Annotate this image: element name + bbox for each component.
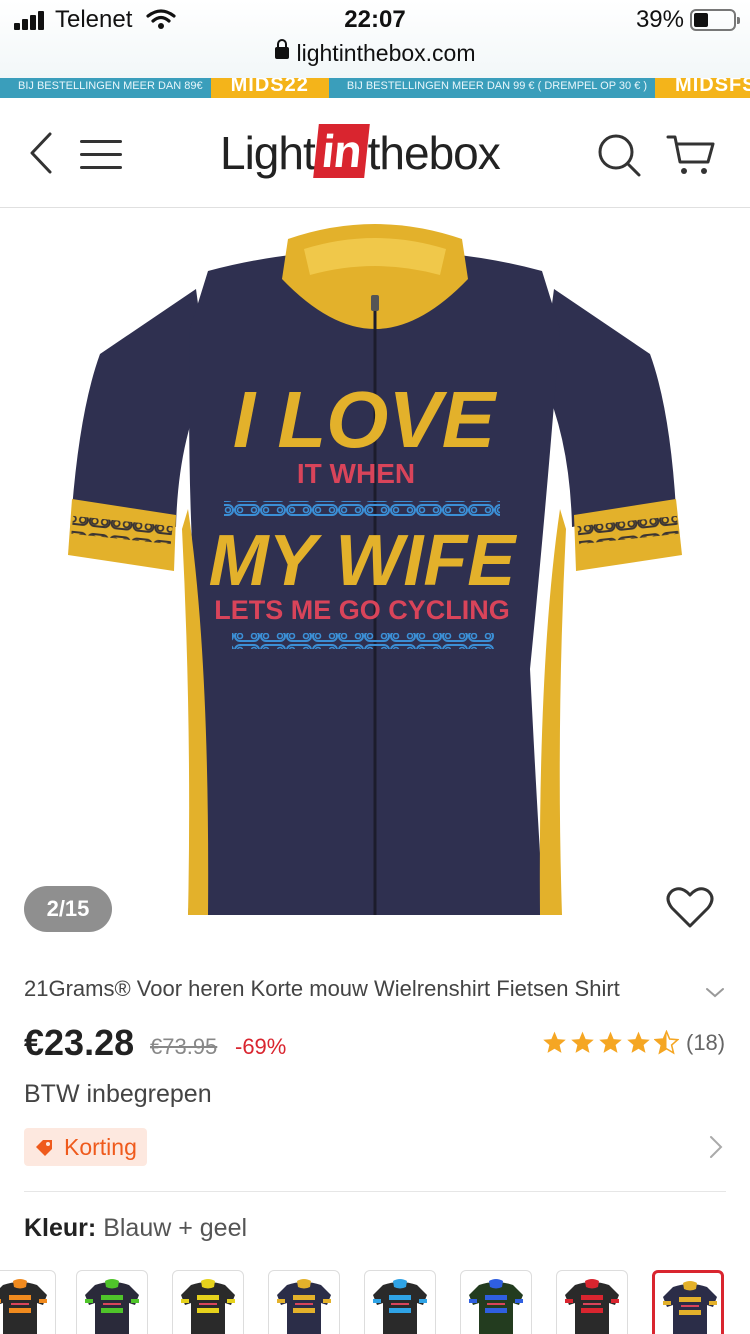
heart-icon[interactable] <box>666 886 714 930</box>
product-image[interactable]: I LOVE IT WHEN MY WIFE LETS ME GO CYCLIN… <box>0 209 750 955</box>
half-star-icon <box>654 1030 679 1055</box>
jersey-thumbnail-icon <box>0 1279 47 1334</box>
current-price: €23.28 <box>24 1022 135 1063</box>
battery-icon <box>690 9 740 31</box>
tag-icon <box>36 1140 52 1156</box>
jersey-thumbnail-icon <box>181 1279 235 1334</box>
promo-code-1: MIDS22 <box>210 78 329 98</box>
original-price: €73.95 <box>150 1034 218 1059</box>
color-swatch[interactable] <box>172 1270 244 1334</box>
back-arrow-icon[interactable] <box>22 128 62 178</box>
star-icon <box>543 1031 566 1053</box>
color-swatch[interactable] <box>0 1270 56 1334</box>
korting-badge[interactable]: Korting <box>24 1128 147 1166</box>
color-swatch[interactable] <box>76 1270 148 1334</box>
jersey-thumbnail-icon <box>277 1279 331 1334</box>
promo-code-2: MIDSFS <box>655 78 750 98</box>
print-line-2: IT WHEN <box>297 458 415 489</box>
product-title: 21Grams® Voor heren Korte mouw Wielrensh… <box>24 976 620 1001</box>
hamburger-menu-icon[interactable] <box>80 136 124 170</box>
color-label: Kleur: <box>24 1214 97 1242</box>
lock-icon <box>274 38 289 59</box>
image-counter-badge: 2/15 <box>24 886 112 932</box>
jersey-thumbnail-icon <box>663 1281 717 1334</box>
address-bar[interactable]: lightinthebox.com <box>0 38 750 67</box>
jersey-thumbnail-icon <box>373 1279 427 1334</box>
color-swatch-list <box>0 1268 750 1334</box>
search-icon[interactable] <box>596 132 642 178</box>
color-swatch[interactable] <box>652 1270 724 1334</box>
jersey-thumbnail-icon <box>469 1279 523 1334</box>
print-line-3: MY WIFE <box>209 521 518 601</box>
print-line-1: I LOVE <box>233 375 498 464</box>
color-swatch[interactable] <box>556 1270 628 1334</box>
site-logo[interactable]: Lightinthebox <box>220 124 501 182</box>
battery-percent: 39% <box>635 6 684 33</box>
rating-stars[interactable] <box>542 1030 679 1055</box>
site-header: Lightinthebox <box>0 98 750 208</box>
promo-text-2: BIJ BESTELLINGEN MEER DAN 99 € ( DREMPEL… <box>346 80 648 92</box>
chevron-right-icon[interactable] <box>706 1133 726 1161</box>
color-swatch[interactable] <box>460 1270 532 1334</box>
star-icon <box>599 1031 622 1053</box>
promo-text-1: BIJ BESTELLINGEN MEER DAN 89€ <box>18 80 203 92</box>
jersey-illustration: I LOVE IT WHEN MY WIFE LETS ME GO CYCLIN… <box>68 224 682 916</box>
jersey-thumbnail-icon <box>85 1279 139 1334</box>
cart-icon[interactable] <box>666 132 716 178</box>
review-count[interactable]: (18) <box>686 1030 725 1056</box>
color-swatch[interactable] <box>268 1270 340 1334</box>
star-icon <box>627 1031 650 1053</box>
chevron-down-icon[interactable] <box>704 982 726 1002</box>
star-icon <box>571 1031 594 1053</box>
color-selector-label: Kleur: Blauw + geel <box>24 1214 247 1243</box>
url-text: lightinthebox.com <box>296 40 476 66</box>
print-line-4: LETS ME GO CYCLING <box>214 595 510 625</box>
vat-note: BTW inbegrepen <box>24 1080 212 1108</box>
color-value: Blauw + geel <box>103 1214 248 1242</box>
color-swatch[interactable] <box>364 1270 436 1334</box>
status-bar: Telenet 22:07 39% lightinthebox.com <box>0 0 750 78</box>
jersey-thumbnail-icon <box>565 1279 619 1334</box>
korting-label: Korting <box>64 1134 137 1160</box>
promo-banner[interactable]: BIJ BESTELLINGEN MEER DAN 89€ MIDS22 BIJ B… <box>0 78 750 98</box>
discount-percent: -69% <box>235 1034 287 1059</box>
divider <box>24 1191 726 1192</box>
